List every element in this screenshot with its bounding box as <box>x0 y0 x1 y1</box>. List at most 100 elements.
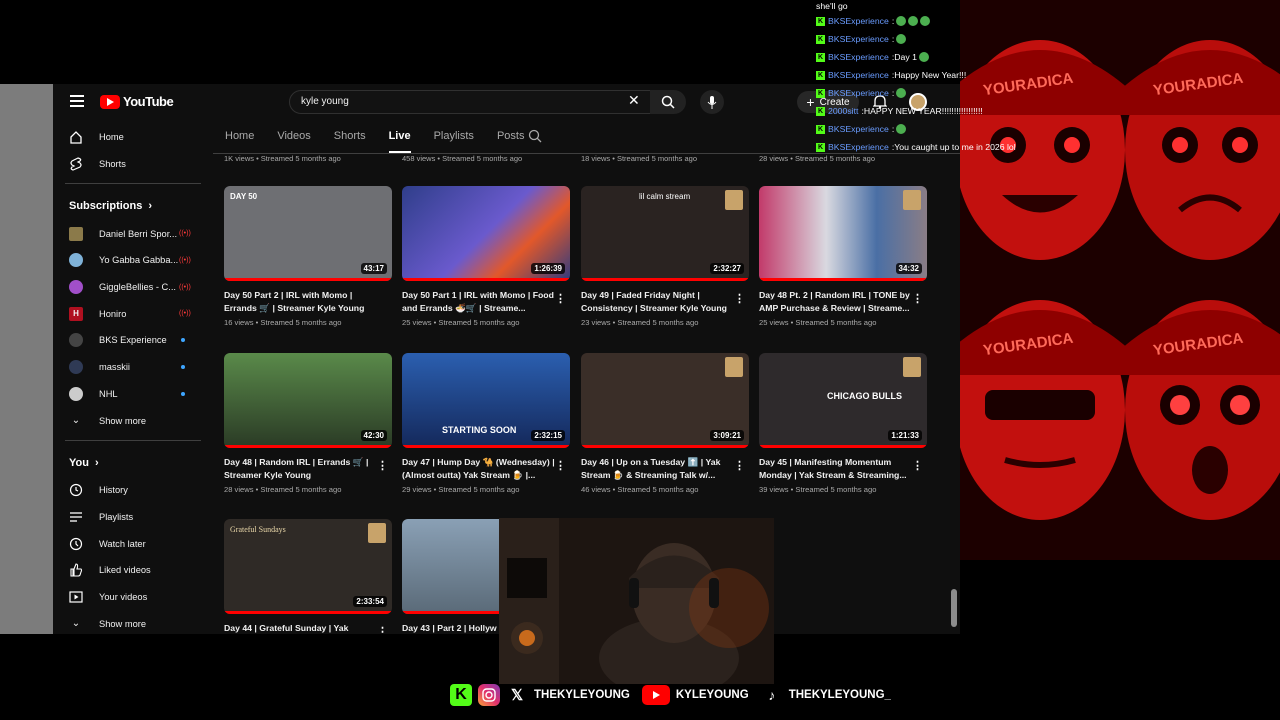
more-options-icon[interactable]: ⋮ <box>912 459 923 472</box>
show-more-you[interactable]: ⌄ Show more <box>53 610 213 634</box>
new-content-dot <box>181 391 185 396</box>
watch-progress-bar <box>759 445 927 448</box>
kick-badge-icon: K <box>816 124 825 134</box>
your-videos-icon <box>69 590 83 604</box>
chat-colon: : <box>891 124 895 134</box>
channel-search-icon[interactable] <box>528 129 542 143</box>
you-heading[interactable]: You › <box>53 449 213 477</box>
tab-live[interactable]: Live <box>388 127 411 153</box>
chevron-right-icon: › <box>94 456 99 469</box>
kick-logo-icon: K <box>450 684 472 706</box>
subscriptions-heading-label: Subscriptions <box>69 200 143 213</box>
video-title[interactable]: Day 44 | Grateful Sunday | Yak <box>224 622 379 634</box>
video-thumbnail[interactable]: lil calm stream 2:32:27 <box>581 186 749 281</box>
video-title[interactable]: Day 50 Part 1 | IRL with Momo | Food and… <box>402 289 557 315</box>
video-title[interactable]: Day 45 | Manifesting Momentum Monday | Y… <box>759 456 914 482</box>
emote-icon <box>896 88 907 98</box>
sidebar: Home Shorts Subscriptions › Daniel Berri… <box>53 124 213 634</box>
show-more-subscriptions[interactable]: ⌄ Show more <box>53 407 213 434</box>
scrollbar[interactable] <box>951 589 957 627</box>
channel-badge-icon <box>725 190 743 210</box>
youtube-logo[interactable]: YouTube <box>100 94 174 109</box>
video-card[interactable]: Grateful Sundays 2:33:54 Day 44 | Gratef… <box>224 519 392 634</box>
video-title[interactable]: Day 46 | Up on a Tuesday ⬆️ | Yak Stream… <box>581 456 736 482</box>
emote-icon <box>896 34 907 44</box>
video-card[interactable]: 42:30 Day 48 | Random IRL | Errands 🛒 | … <box>224 353 392 494</box>
tab-videos[interactable]: Videos <box>277 127 310 153</box>
chat-username: BKSExperience <box>828 70 889 80</box>
more-options-icon[interactable]: ⋮ <box>555 459 566 472</box>
subscriptions-heading[interactable]: Subscriptions › <box>53 192 213 220</box>
sidebar-item-label: masskii <box>99 362 130 373</box>
video-card[interactable]: 1:26:39 Day 50 Part 1 | IRL with Momo | … <box>402 186 570 327</box>
more-options-icon[interactable]: ⋮ <box>734 459 745 472</box>
sidebar-item-home[interactable]: Home <box>53 124 213 151</box>
video-title[interactable]: Day 50 Part 2 | IRL with Momo | Errands … <box>224 289 379 315</box>
sidebar-item-subscription[interactable]: Daniel Berri Spor... ((•)) <box>53 220 213 247</box>
tab-playlists[interactable]: Playlists <box>434 127 474 153</box>
video-card[interactable]: 34:32 Day 48 Pt. 2 | Random IRL | TONE b… <box>759 186 927 327</box>
video-thumbnail[interactable]: CHICAGO BULLS 1:21:33 <box>759 353 927 448</box>
emote-icon <box>896 124 907 134</box>
sidebar-item-playlists[interactable]: Playlists <box>53 504 213 531</box>
video-title[interactable]: Day 48 Pt. 2 | Random IRL | TONE by AMP … <box>759 289 914 315</box>
menu-icon[interactable] <box>70 95 84 107</box>
clear-search-icon[interactable]: ✕ <box>628 92 640 109</box>
watch-progress-bar <box>581 278 749 281</box>
more-options-icon[interactable]: ⋮ <box>734 292 745 305</box>
voice-search-button[interactable] <box>700 90 724 114</box>
sidebar-item-subscription[interactable]: masskii <box>53 354 213 381</box>
sidebar-item-your-videos[interactable]: Your videos <box>53 584 213 611</box>
search-button[interactable] <box>650 90 686 114</box>
video-card[interactable]: STARTING SOON 2:32:15 Day 47 | Hump Day … <box>402 353 570 494</box>
search-input[interactable]: kyle young <box>289 90 656 114</box>
video-card[interactable]: CHICAGO BULLS 1:21:33 Day 45 | Manifesti… <box>759 353 927 494</box>
video-title[interactable]: Day 48 | Random IRL | Errands 🛒 | Stream… <box>224 456 379 482</box>
desktop-edge <box>0 84 54 634</box>
video-thumbnail[interactable]: 34:32 <box>759 186 927 281</box>
sidebar-item-shorts[interactable]: Shorts <box>53 151 213 178</box>
video-card[interactable]: DAY 50 43:17 Day 50 Part 2 | IRL with Mo… <box>224 186 392 327</box>
live-indicator-icon: ((•)) <box>179 256 191 264</box>
tab-shorts[interactable]: Shorts <box>334 127 366 153</box>
watch-later-icon <box>69 537 83 551</box>
sidebar-item-subscription[interactable]: H Honiro ((•)) <box>53 300 213 327</box>
more-options-icon[interactable]: ⋮ <box>912 292 923 305</box>
sidebar-item-watch-later[interactable]: Watch later <box>53 530 213 557</box>
youtube-handle: KYLEYOUNG <box>675 689 749 701</box>
thumbs-up-icon <box>69 563 83 577</box>
watch-progress-bar <box>224 278 392 281</box>
more-options-icon[interactable]: ⋮ <box>555 292 566 305</box>
more-options-icon[interactable]: ⋮ <box>377 625 388 634</box>
sidebar-item-subscription[interactable]: GiggleBellies - C... ((•)) <box>53 274 213 301</box>
history-icon <box>69 483 83 497</box>
x-logo-icon: 𝕏 <box>510 687 524 704</box>
video-card[interactable]: 3:09:21 Day 46 | Up on a Tuesday ⬆️ | Ya… <box>581 353 749 494</box>
thumbnail-text: DAY 50 <box>230 192 258 201</box>
sidebar-item-subscription[interactable]: NHL <box>53 381 213 408</box>
divider <box>65 439 201 441</box>
thumbnail-text: STARTING SOON <box>442 425 517 435</box>
watch-progress-bar <box>759 278 927 281</box>
video-meta: 46 views • Streamed 5 months ago <box>581 485 699 494</box>
sidebar-item-history[interactable]: History <box>53 477 213 504</box>
sidebar-item-subscription[interactable]: BKS Experience <box>53 327 213 354</box>
channel-avatar <box>69 360 83 375</box>
video-title[interactable]: Day 49 | Faded Friday Night | Consistenc… <box>581 289 736 315</box>
duration-badge: 43:17 <box>360 263 387 274</box>
thumbnail-text: Grateful Sundays <box>230 525 286 534</box>
video-title[interactable]: Day 47 | Hump Day 🐪 (Wednesday) | (Almos… <box>402 456 557 482</box>
video-thumbnail[interactable]: 42:30 <box>224 353 392 448</box>
tiktok-handle: THEKYLEYOUNG_ <box>788 689 891 701</box>
more-options-icon[interactable]: ⋮ <box>377 459 388 472</box>
video-thumbnail[interactable]: 1:26:39 <box>402 186 570 281</box>
sidebar-item-liked-videos[interactable]: Liked videos <box>53 557 213 584</box>
video-thumbnail[interactable]: 3:09:21 <box>581 353 749 448</box>
video-thumbnail[interactable]: Grateful Sundays 2:33:54 <box>224 519 392 614</box>
tab-posts[interactable]: Posts <box>497 127 525 153</box>
tab-home[interactable]: Home <box>225 127 254 153</box>
video-thumbnail[interactable]: DAY 50 43:17 <box>224 186 392 281</box>
video-thumbnail[interactable]: STARTING SOON 2:32:15 <box>402 353 570 448</box>
video-card[interactable]: lil calm stream 2:32:27 Day 49 | Faded F… <box>581 186 749 327</box>
sidebar-item-subscription[interactable]: Yo Gabba Gabba... ((•)) <box>53 247 213 274</box>
